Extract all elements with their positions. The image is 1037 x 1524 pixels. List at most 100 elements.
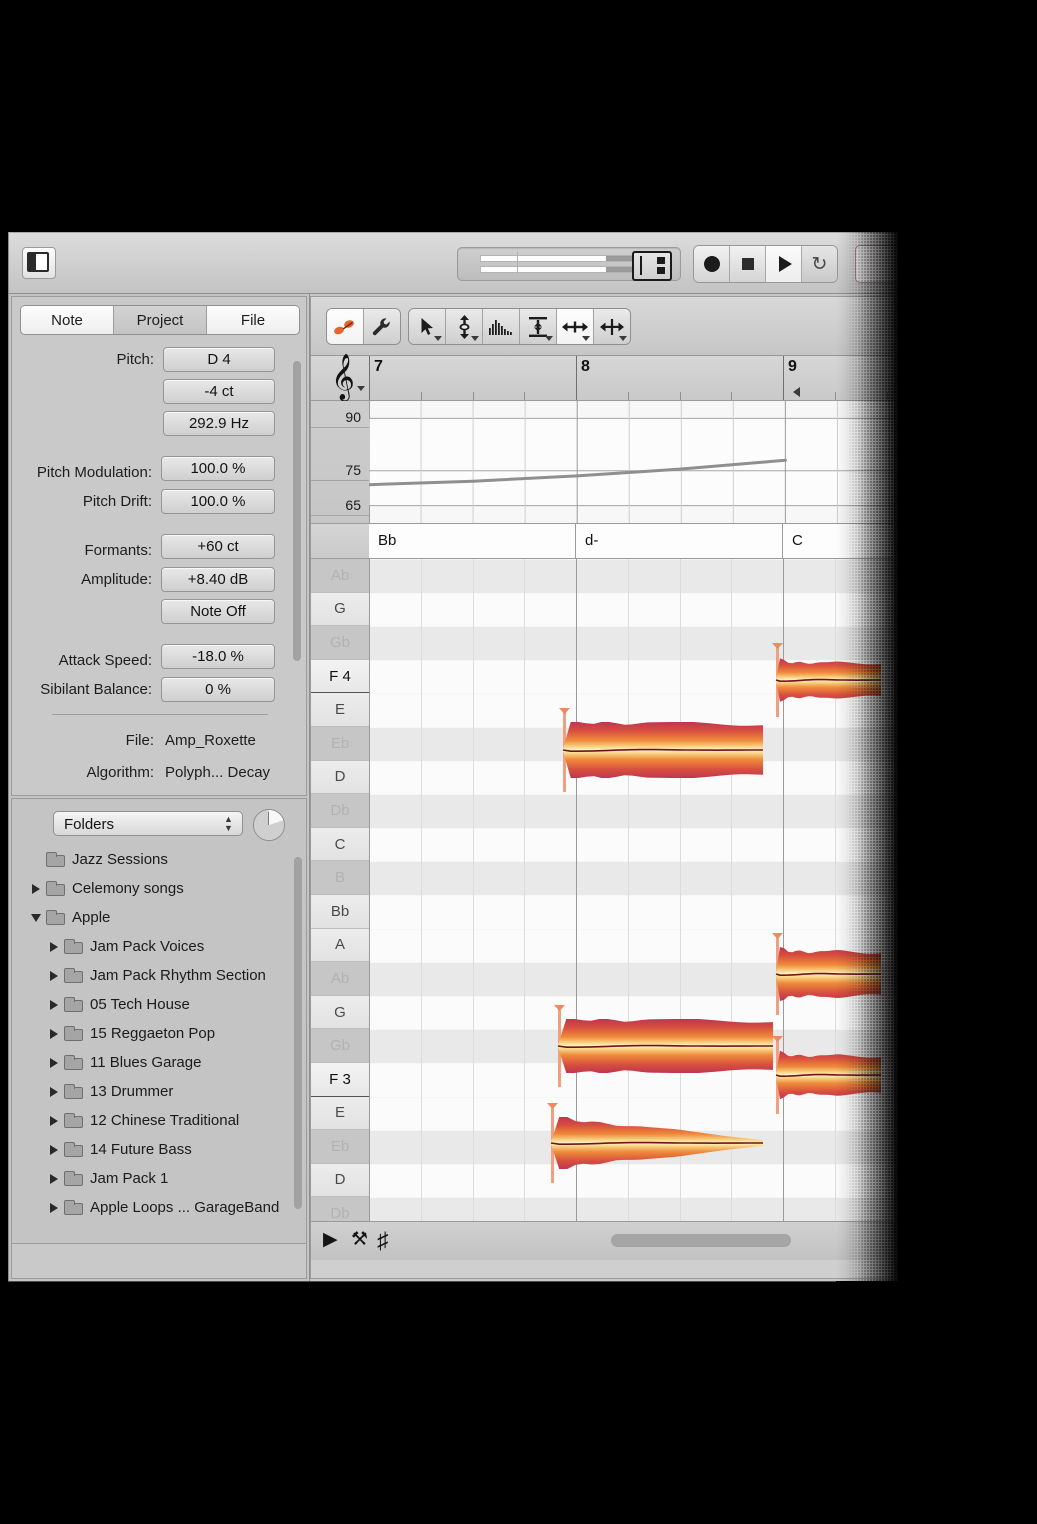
value-note-off[interactable]: Note Off: [161, 598, 275, 624]
note-blob[interactable]: [550, 1103, 763, 1183]
disclosure-triangle[interactable]: [44, 1086, 64, 1097]
disclosure-triangle[interactable]: [44, 941, 64, 952]
disclosure-triangle[interactable]: [44, 1202, 64, 1213]
piano-key[interactable]: F 4: [311, 659, 369, 694]
tree-item[interactable]: 13 Drummer: [26, 1077, 306, 1106]
tree-item[interactable]: Jazz Sessions: [26, 845, 306, 874]
tree-item[interactable]: Apple: [26, 903, 306, 932]
piano-key[interactable]: G: [311, 592, 369, 627]
piano-key[interactable]: E: [311, 693, 369, 727]
piano-key[interactable]: Db: [311, 1197, 369, 1221]
cycle-button[interactable]: ↻: [802, 246, 837, 282]
piano-key[interactable]: Ab: [311, 962, 369, 996]
tree-item[interactable]: 15 Reggaeton Pop: [26, 1019, 306, 1048]
chevron-down-icon[interactable]: [471, 336, 479, 341]
piano-key[interactable]: Bb: [311, 894, 369, 929]
piano-keyboard-ruler[interactable]: Ab G Gb F 4 E Eb D Db C B Bb A Ab G Gb F 3 E Eb D Db: [311, 559, 370, 1221]
piano-key[interactable]: Db: [311, 794, 369, 828]
piano-key[interactable]: Eb: [311, 726, 369, 761]
value-pitch-drift[interactable]: 100.0 %: [161, 488, 275, 514]
note-blob[interactable]: [562, 708, 763, 792]
note-grid[interactable]: [369, 559, 894, 1221]
piano-key[interactable]: F 3: [311, 1062, 369, 1097]
tree-item[interactable]: Jam Pack Voices: [26, 932, 306, 961]
pitch-tool[interactable]: [446, 309, 483, 344]
chevron-down-icon[interactable]: [619, 336, 627, 341]
tempo-lane[interactable]: 90 75 65: [311, 401, 894, 524]
piano-key[interactable]: B: [311, 861, 369, 895]
disclosure-triangle[interactable]: [44, 1057, 64, 1068]
record-button[interactable]: [694, 246, 730, 282]
piano-key[interactable]: A: [311, 928, 369, 963]
disclosure-triangle[interactable]: [44, 1144, 64, 1155]
tree-item[interactable]: 05 Tech House: [26, 990, 306, 1019]
piano-key[interactable]: Ab: [311, 559, 369, 593]
chevron-down-icon[interactable]: [582, 336, 590, 341]
formant-tool[interactable]: [520, 309, 557, 344]
playback-cursor-icon[interactable]: ▶: [323, 1230, 338, 1250]
value-sibilant-balance[interactable]: 0 %: [161, 676, 275, 702]
piano-key[interactable]: Eb: [311, 1130, 369, 1164]
disclosure-triangle[interactable]: [44, 999, 64, 1010]
browser-scrollbar[interactable]: [294, 857, 302, 1209]
piano-key[interactable]: Gb: [311, 1029, 369, 1063]
browser-view-select[interactable]: Folders ▲ ▼: [53, 811, 243, 836]
treble-clef-icon[interactable]: 𝄞: [319, 354, 367, 400]
note-blob[interactable]: [775, 1036, 881, 1114]
value-frequency[interactable]: 292.9 Hz: [163, 410, 275, 436]
note-grid-area[interactable]: Ab G Gb F 4 E Eb D Db C B Bb A Ab G Gb F 3 E Eb D Db: [311, 559, 894, 1221]
chord-symbol[interactable]: C: [783, 524, 894, 558]
horizontal-scrollbar[interactable]: [611, 1234, 791, 1247]
sidebar-toggle-icon[interactable]: [22, 247, 56, 279]
position-display[interactable]: [632, 251, 672, 281]
chevron-down-icon[interactable]: [357, 386, 365, 391]
disclosure-triangle[interactable]: [26, 883, 46, 894]
amplitude-tool[interactable]: [483, 309, 520, 344]
piano-key[interactable]: D: [311, 760, 369, 795]
note-edit-tool[interactable]: [327, 309, 364, 344]
wrench-icon[interactable]: ⚒: [351, 1230, 368, 1250]
value-cents[interactable]: -4 ct: [163, 378, 275, 404]
piano-key[interactable]: E: [311, 1096, 369, 1131]
piano-key[interactable]: Gb: [311, 626, 369, 660]
tab-note[interactable]: Note: [21, 306, 114, 334]
tab-file[interactable]: File: [207, 306, 299, 334]
time-tool[interactable]: [557, 309, 594, 344]
tree-item[interactable]: Jam Pack 1: [26, 1164, 306, 1193]
note-blob[interactable]: [775, 643, 881, 717]
note-blob[interactable]: [557, 1005, 773, 1087]
tree-item[interactable]: Jam Pack Rhythm Section: [26, 961, 306, 990]
disclosure-triangle[interactable]: [44, 1115, 64, 1126]
disclosure-triangle[interactable]: [44, 970, 64, 981]
main-arrow-tool[interactable]: [409, 309, 446, 344]
tree-item[interactable]: 11 Blues Garage: [26, 1048, 306, 1077]
value-pitch[interactable]: D 4: [163, 346, 275, 372]
tab-project[interactable]: Project: [114, 306, 207, 334]
disclosure-triangle[interactable]: [26, 913, 46, 922]
wrench-tool[interactable]: [364, 309, 400, 344]
value-formants[interactable]: +60 ct: [161, 534, 275, 559]
stop-button[interactable]: [730, 246, 766, 282]
tempo-curve-plot[interactable]: [367, 401, 894, 523]
tree-item[interactable]: Apple Loops ... GarageBand: [26, 1193, 306, 1222]
play-button[interactable]: [766, 246, 802, 282]
value-amplitude[interactable]: +8.40 dB: [161, 566, 275, 592]
piano-key[interactable]: D: [311, 1163, 369, 1198]
tree-item[interactable]: Celemony songs: [26, 874, 306, 903]
chord-symbol[interactable]: d-: [576, 524, 783, 558]
note-blob[interactable]: [775, 933, 881, 1015]
chord-track[interactable]: Bb d- C: [311, 524, 894, 559]
inspector-scrollbar[interactable]: [293, 361, 301, 661]
piano-key[interactable]: G: [311, 995, 369, 1030]
piano-key[interactable]: C: [311, 827, 369, 862]
bar-ruler[interactable]: 7 8 9: [369, 356, 894, 400]
transport-display[interactable]: [457, 247, 681, 281]
chevron-down-icon[interactable]: [545, 336, 553, 341]
disclosure-triangle[interactable]: [44, 1028, 64, 1039]
value-attack-speed[interactable]: -18.0 %: [161, 644, 275, 669]
sharp-icon[interactable]: ♯: [377, 1229, 389, 1252]
chord-symbol[interactable]: Bb: [369, 524, 576, 558]
titlebar-extra-button[interactable]: [855, 245, 897, 283]
tree-item[interactable]: 12 Chinese Traditional: [26, 1106, 306, 1135]
cycle-marker[interactable]: [793, 387, 800, 397]
